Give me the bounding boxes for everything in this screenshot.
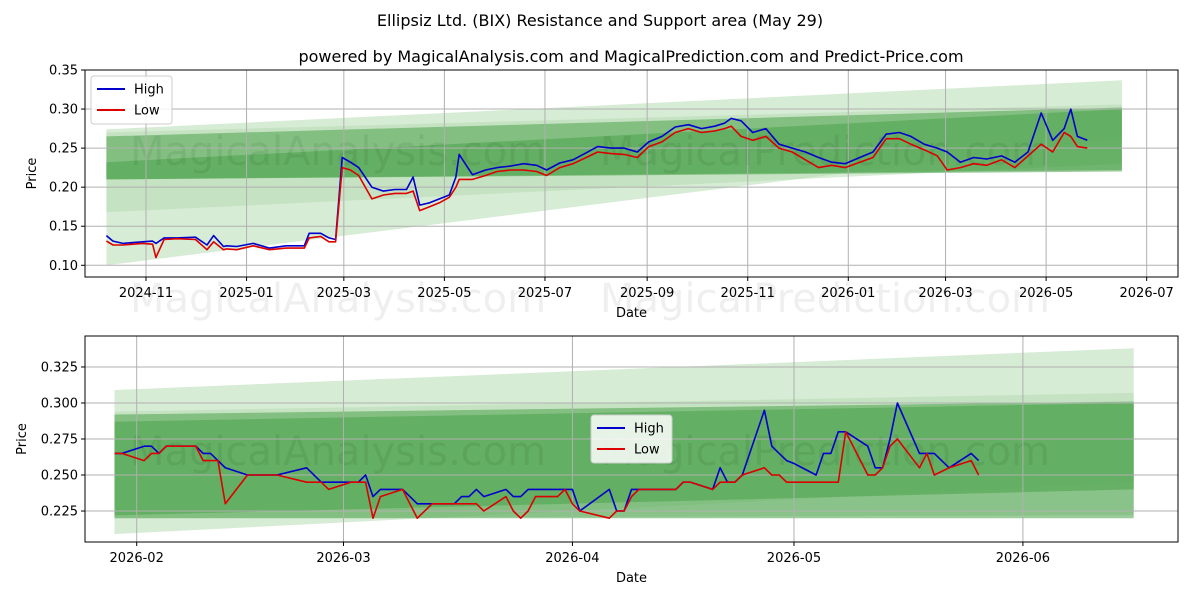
watermark-text: MagicalAnalysis.com — [130, 129, 546, 175]
x-tick-label: 2026-06 — [996, 551, 1050, 566]
legend-label-low: Low — [634, 443, 660, 458]
x-tick-label: 2026-05 — [767, 551, 821, 566]
x-tick-label: 2026-04 — [545, 551, 599, 566]
x-tick-label: 2025-11 — [721, 286, 775, 301]
y-tick-label: 0.250 — [41, 469, 78, 484]
y-tick-label: 0.275 — [41, 433, 78, 448]
x-tick-label: 2026-05 — [1019, 286, 1073, 301]
x-tick-label: 2026-03 — [316, 551, 370, 566]
chart-subtitle: powered by MagicalAnalysis.com and Magic… — [298, 47, 963, 66]
watermark-text: MagicalAnalysis.com — [130, 429, 546, 475]
chart-title: Ellipsiz Ltd. (BIX) Resistance and Suppo… — [377, 11, 823, 30]
x-tick-label: 2026-07 — [1120, 286, 1174, 301]
x-axis-label: Date — [616, 306, 647, 321]
y-axis-label: Price — [25, 158, 40, 190]
y-tick-label: 0.225 — [41, 505, 78, 520]
y-tick-label: 0.20 — [49, 181, 78, 196]
legend-label-high: High — [634, 422, 664, 437]
x-axis-label: Date — [616, 571, 647, 586]
y-tick-label: 0.35 — [49, 64, 78, 79]
x-tick-label: 2026-02 — [110, 551, 164, 566]
x-tick-label: 2025-05 — [417, 286, 471, 301]
x-tick-label: 2026-01 — [821, 286, 875, 301]
x-tick-label: 2024-11 — [119, 286, 173, 301]
chart-figure: Ellipsiz Ltd. (BIX) Resistance and Suppo… — [0, 0, 1200, 600]
y-tick-label: 0.30 — [49, 103, 78, 118]
x-tick-label: 2025-03 — [317, 286, 371, 301]
y-tick-label: 0.325 — [41, 360, 78, 375]
y-tick-label: 0.25 — [49, 142, 78, 157]
x-tick-label: 2025-01 — [219, 286, 273, 301]
y-axis-label: Price — [15, 423, 30, 455]
legend: High Low — [90, 75, 173, 125]
x-tick-label: 2025-09 — [620, 286, 674, 301]
legend: High Low — [590, 414, 673, 464]
y-tick-label: 0.15 — [49, 220, 78, 235]
x-tick-label: 2025-07 — [518, 286, 572, 301]
legend-label-low: Low — [134, 104, 160, 119]
x-tick-label: 2026-03 — [918, 286, 972, 301]
y-tick-label: 0.10 — [49, 259, 78, 274]
legend-label-high: High — [134, 83, 164, 98]
y-tick-label: 0.300 — [41, 396, 78, 411]
watermark-text: MagicalPrediction.com — [600, 129, 1050, 175]
